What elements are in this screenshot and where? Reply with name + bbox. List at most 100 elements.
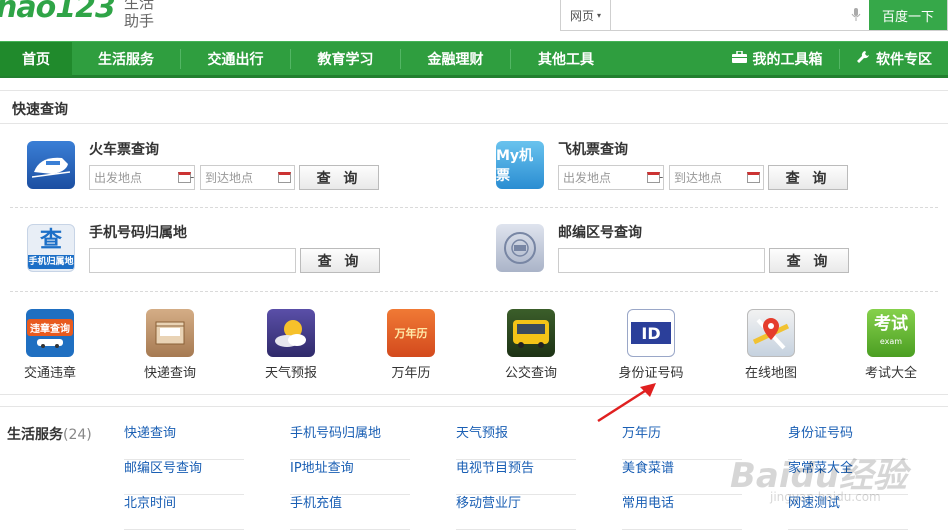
tool-id-card[interactable]: ID 身份证号码 bbox=[601, 309, 701, 381]
flight-icon-text: My机票 bbox=[496, 148, 534, 184]
calendar-picker-icon[interactable] bbox=[278, 172, 291, 183]
tool-label: 在线地图 bbox=[744, 366, 797, 381]
service-link[interactable]: 天气预报 bbox=[456, 425, 576, 460]
quick-query-title: 快速查询 bbox=[12, 102, 68, 118]
train-to-field[interactable]: 到达地点 bbox=[200, 165, 295, 190]
zip-code-icon[interactable] bbox=[496, 224, 544, 272]
divider bbox=[0, 90, 948, 91]
traffic-violation-icon-text: 违章查询 bbox=[27, 318, 73, 336]
flight-from-field[interactable]: 出发地点 bbox=[558, 165, 664, 190]
search-input[interactable] bbox=[611, 0, 843, 30]
flight-query-button[interactable]: 查 询 bbox=[768, 165, 848, 190]
nav-item-education[interactable]: 教育学习 bbox=[291, 42, 400, 76]
nav-item-label: 生活服务 bbox=[98, 52, 154, 68]
calendar-icon: 万年历 bbox=[387, 309, 435, 357]
zip-code-input[interactable] bbox=[558, 248, 765, 273]
flight-icon[interactable]: My机票 bbox=[496, 141, 544, 189]
tool-traffic-violation[interactable]: 违章查询 交通违章 bbox=[0, 309, 100, 381]
life-services-title: 生活服务(24) bbox=[7, 424, 92, 444]
nav-item-traffic[interactable]: 交通出行 bbox=[181, 42, 290, 76]
service-link[interactable]: IP地址查询 bbox=[290, 460, 410, 495]
tool-bus[interactable]: 公交查询 bbox=[481, 309, 581, 381]
microphone-icon[interactable] bbox=[843, 0, 869, 30]
traffic-violation-icon: 违章查询 bbox=[26, 309, 74, 357]
tool-label: 考试大全 bbox=[864, 366, 917, 381]
page: hao123 生活助手 网页 ▾ 百度一下 首页 生活服务 交通出行 教育学习 … bbox=[0, 0, 948, 532]
service-link[interactable]: 北京时间 bbox=[124, 495, 244, 530]
exam-icon: 考试 exam bbox=[867, 309, 915, 357]
separator-dash: - bbox=[659, 170, 664, 184]
train-query-title: 火车票查询 bbox=[89, 142, 159, 158]
flight-to-field[interactable]: 到达地点 bbox=[669, 165, 764, 190]
search-button[interactable]: 百度一下 bbox=[869, 0, 947, 30]
tool-exam[interactable]: 考试 exam 考试大全 bbox=[841, 309, 941, 381]
nav-item-home[interactable]: 首页 bbox=[0, 42, 72, 76]
nav-item-label: 教育学习 bbox=[317, 52, 374, 68]
service-link[interactable]: 美食菜谱 bbox=[622, 460, 742, 495]
divider bbox=[0, 123, 948, 124]
phone-query-button[interactable]: 查 询 bbox=[300, 248, 380, 273]
train-icon[interactable] bbox=[27, 141, 75, 189]
service-link[interactable]: 手机充值 bbox=[290, 495, 410, 530]
tool-express[interactable]: 快递查询 bbox=[120, 309, 220, 381]
divider bbox=[10, 207, 938, 208]
service-link[interactable]: 电视节目预告 bbox=[456, 460, 576, 495]
nav-item-label: 我的工具箱 bbox=[752, 52, 823, 68]
search-bar: 网页 ▾ 百度一下 bbox=[560, 0, 948, 31]
phone-query-title: 手机号码归属地 bbox=[89, 225, 187, 241]
life-services-label: 生活服务 bbox=[7, 427, 63, 443]
tool-calendar[interactable]: 万年历 万年历 bbox=[361, 309, 461, 381]
service-link[interactable]: 邮编区号查询 bbox=[124, 460, 244, 495]
divider bbox=[0, 394, 948, 395]
tool-label: 身份证号码 bbox=[618, 366, 684, 381]
bus-icon bbox=[507, 309, 555, 357]
express-box-icon bbox=[146, 309, 194, 357]
phone-icon-char: 查 bbox=[39, 228, 62, 253]
divider bbox=[10, 291, 938, 292]
phone-icon-sub: 手机归属地 bbox=[28, 255, 74, 269]
service-link[interactable]: 万年历 bbox=[622, 425, 742, 460]
tool-label: 天气预报 bbox=[264, 366, 317, 381]
tool-map[interactable]: 在线地图 bbox=[721, 309, 821, 381]
exam-icon-sub: exam bbox=[879, 337, 903, 346]
logo[interactable]: hao123 bbox=[0, 0, 116, 25]
map-pin-icon bbox=[747, 309, 795, 357]
service-link[interactable]: 快递查询 bbox=[124, 425, 244, 460]
nav-item-other-tools[interactable]: 其他工具 bbox=[511, 42, 621, 76]
tool-label: 快递查询 bbox=[143, 366, 196, 381]
train-query-button[interactable]: 查 询 bbox=[299, 165, 379, 190]
nav-item-label: 其他工具 bbox=[538, 52, 594, 68]
service-link[interactable]: 手机号码归属地 bbox=[290, 425, 410, 460]
phone-location-icon[interactable]: 查 手机归属地 bbox=[27, 224, 75, 272]
service-link[interactable]: 移动营业厅 bbox=[456, 495, 576, 530]
exam-icon-text: 考试 bbox=[874, 314, 908, 334]
service-link[interactable]: 常用电话 bbox=[622, 495, 742, 530]
tool-label: 公交查询 bbox=[504, 366, 557, 381]
tool-label: 交通违章 bbox=[23, 366, 76, 381]
top-bar: hao123 生活助手 网页 ▾ 百度一下 bbox=[0, 0, 948, 40]
nav-item-software[interactable]: 软件专区 bbox=[840, 42, 948, 76]
nav-item-label: 金融理财 bbox=[427, 52, 484, 68]
nav-item-finance[interactable]: 金融理财 bbox=[401, 42, 510, 76]
calendar-icon-text: 万年历 bbox=[394, 327, 428, 340]
zip-query-title: 邮编区号查询 bbox=[558, 225, 642, 241]
nav-item-my-toolbox[interactable]: 我的工具箱 bbox=[715, 42, 839, 76]
nav-item-life[interactable]: 生活服务 bbox=[72, 42, 180, 76]
id-card-badge: ID bbox=[631, 322, 671, 344]
tool-weather[interactable]: 天气预报 bbox=[241, 309, 341, 381]
nav-item-label: 软件专区 bbox=[876, 52, 932, 68]
search-type-dropdown[interactable]: 网页 ▾ bbox=[561, 0, 611, 30]
train-to-placeholder: 到达地点 bbox=[205, 171, 254, 185]
phone-number-input[interactable] bbox=[89, 248, 296, 273]
separator-dash: - bbox=[190, 170, 195, 184]
flight-query-title: 飞机票查询 bbox=[558, 142, 628, 158]
calendar-picker-icon[interactable] bbox=[747, 172, 760, 183]
weather-icon bbox=[267, 309, 315, 357]
flight-to-placeholder: 到达地点 bbox=[674, 171, 723, 185]
zip-query-button[interactable]: 查 询 bbox=[769, 248, 849, 273]
nav-item-label: 首页 bbox=[22, 52, 50, 68]
annotation-arrow-icon bbox=[597, 383, 656, 423]
wrench-icon bbox=[856, 50, 870, 68]
train-from-field[interactable]: 出发地点 bbox=[89, 165, 195, 190]
tool-label: 万年历 bbox=[391, 366, 431, 381]
